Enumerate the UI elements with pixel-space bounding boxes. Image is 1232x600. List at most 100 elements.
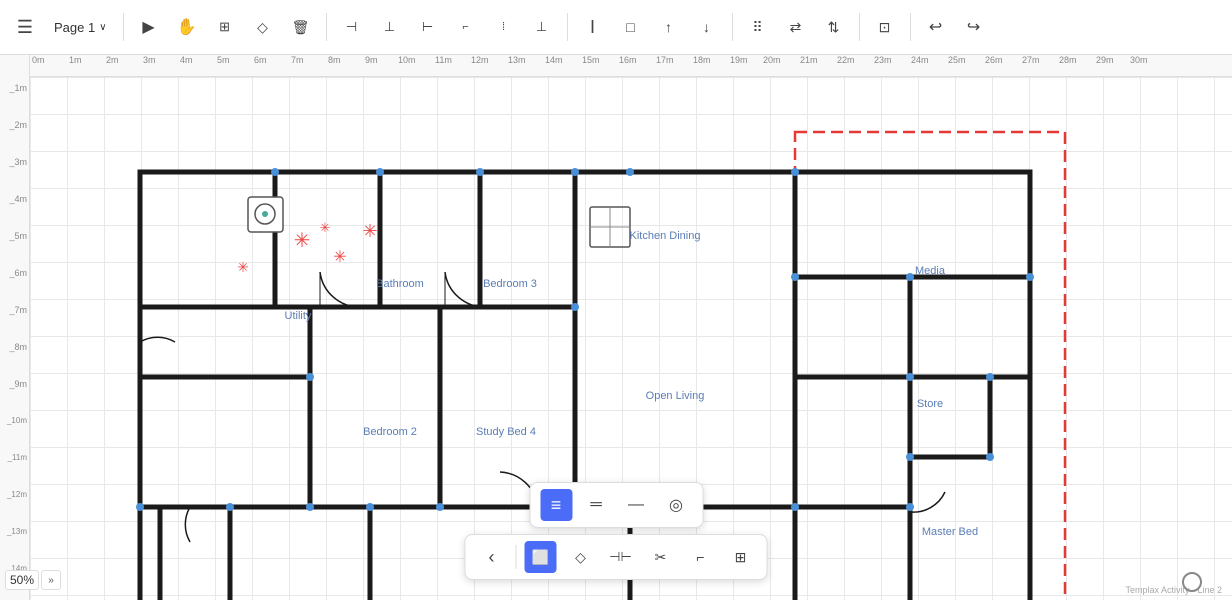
grid-btn[interactable]: ⊞ bbox=[725, 541, 757, 573]
page-selector[interactable]: Page 1 ∨ bbox=[46, 16, 115, 39]
ruler-mark-25m: 25m bbox=[948, 55, 966, 65]
ruler-mark-12m: 12m bbox=[471, 55, 489, 65]
arrow-up-btn[interactable]: ↑ bbox=[652, 10, 686, 44]
bottom-toolbar: ≡ ═ — ◎ ‹ ⬜ ◇ ⊣⊢ ✂ ⌐ ⊞ bbox=[465, 482, 768, 580]
main-toolbar: ☰ Page 1 ∨ ▶ ✋ ⊞ ◇ 🗑 ⊣ ⊥ ⊢ ⌐ ⁞ ⊥ I □ ↑ ↓… bbox=[0, 0, 1232, 55]
divider-bottom bbox=[516, 545, 517, 569]
lines-triple-btn[interactable]: ≡ bbox=[540, 489, 572, 521]
shape-select-btn[interactable]: ⬜ bbox=[525, 541, 557, 573]
bottom-toolbar-bottom: ‹ ⬜ ◇ ⊣⊢ ✂ ⌐ ⊞ bbox=[465, 534, 768, 580]
ruler-mark-neg5m: _5m bbox=[9, 231, 27, 241]
cursor-tool[interactable]: ▶ bbox=[132, 10, 166, 44]
corner-btn[interactable]: ⌐ bbox=[685, 541, 717, 573]
ruler-mark-27m: 27m bbox=[1022, 55, 1040, 65]
ruler-mark-21m: 21m bbox=[800, 55, 818, 65]
chevron-down-icon: ∨ bbox=[99, 22, 106, 33]
align-top-button[interactable]: ⌐ bbox=[449, 10, 483, 44]
symbol-3: ✳ bbox=[362, 221, 377, 241]
ruler-mark-6m: 6m bbox=[254, 55, 267, 65]
ruler-mark-19m: 19m bbox=[730, 55, 748, 65]
ruler-mark-5m: 5m bbox=[217, 55, 230, 65]
ruler-mark-neg3m: _3m bbox=[9, 157, 27, 167]
zoom-control: 50% » bbox=[5, 570, 61, 590]
symbol-2: ✳ bbox=[333, 249, 346, 266]
redo-btn[interactable]: ↪ bbox=[957, 10, 991, 44]
align-center-h-button[interactable]: ⊥ bbox=[373, 10, 407, 44]
arrow-down-btn[interactable]: ↓ bbox=[690, 10, 724, 44]
trash-tool[interactable]: 🗑 bbox=[284, 10, 318, 44]
distribute-btn[interactable]: ⠿ bbox=[741, 10, 775, 44]
undo-btn[interactable]: ↩ bbox=[919, 10, 953, 44]
ruler-mark-neg13m: _13m bbox=[7, 527, 27, 536]
menu-button[interactable]: ☰ bbox=[8, 10, 42, 44]
ruler-mark-23m: 23m bbox=[874, 55, 892, 65]
align-left-button[interactable]: ⊣ bbox=[335, 10, 369, 44]
color-picker-btn[interactable]: ◎ bbox=[660, 489, 692, 521]
ruler-mark-22m: 22m bbox=[837, 55, 855, 65]
table-tool[interactable]: ⊞ bbox=[208, 10, 242, 44]
circle-handle bbox=[1182, 572, 1202, 592]
label-store-right: Store bbox=[917, 398, 943, 410]
branding-label: Templax Activity · Line 2 bbox=[1125, 585, 1222, 595]
divider-2 bbox=[326, 13, 327, 41]
distribute-h-button[interactable]: ⁞ bbox=[487, 10, 521, 44]
erase-btn[interactable]: ◇ bbox=[565, 541, 597, 573]
ruler-mark-0m: 0m bbox=[32, 55, 45, 65]
ruler-mark-20m: 20m bbox=[763, 55, 781, 65]
divider-3 bbox=[567, 13, 568, 41]
ruler-mark-30m: 30m bbox=[1130, 55, 1148, 65]
ruler-mark-13m: 13m bbox=[508, 55, 526, 65]
ruler-mark-4m: 4m bbox=[180, 55, 193, 65]
label-kitchen-dining: Kitchen Dining bbox=[630, 230, 701, 242]
top-ruler: 0m 1m 2m 3m 4m 5m 6m 7m 8m 9m 10m 11m 12… bbox=[30, 55, 1232, 77]
eraser-tool[interactable]: ◇ bbox=[246, 10, 280, 44]
zoom-level-label[interactable]: 50% bbox=[5, 570, 39, 590]
align-right-button[interactable]: ⊢ bbox=[411, 10, 445, 44]
divider-6 bbox=[910, 13, 911, 41]
symbol-1: ✳ bbox=[294, 230, 311, 252]
scissors-btn[interactable]: ✂ bbox=[645, 541, 677, 573]
mirror-btn[interactable]: ⇅ bbox=[817, 10, 851, 44]
ruler-mark-9m: 9m bbox=[365, 55, 378, 65]
left-ruler: _1m _2m _3m _4m _5m _6m _7m _8m _9m _10m… bbox=[0, 55, 30, 600]
ruler-mark-28m: 28m bbox=[1059, 55, 1077, 65]
ruler-mark-17m: 17m bbox=[656, 55, 674, 65]
measure-btn[interactable]: ⊣⊢ bbox=[605, 541, 637, 573]
line-single-btn[interactable]: — bbox=[620, 489, 652, 521]
divider-5 bbox=[859, 13, 860, 41]
text-tool[interactable]: I bbox=[576, 10, 610, 44]
label-utility: Utility bbox=[285, 310, 312, 322]
ruler-mark-26m: 26m bbox=[985, 55, 1003, 65]
ruler-mark-neg1m: _1m bbox=[9, 83, 27, 93]
ruler-mark-neg8m: _8m bbox=[9, 342, 27, 352]
align-bottom-button[interactable]: ⊥ bbox=[525, 10, 559, 44]
ruler-mark-7m: 7m bbox=[291, 55, 304, 65]
ruler-mark-10m: 10m bbox=[398, 55, 416, 65]
symbol-4: ✳ bbox=[237, 259, 249, 275]
label-master-bed: Master Bed bbox=[922, 526, 978, 538]
ruler-mark-16m: 16m bbox=[619, 55, 637, 65]
lines-double-btn[interactable]: ═ bbox=[580, 489, 612, 521]
nav-back-btn[interactable]: ‹ bbox=[476, 541, 508, 573]
zoom-expand-btn[interactable]: » bbox=[41, 570, 61, 590]
label-media: Media bbox=[915, 265, 946, 277]
label-bedroom2: Bedroom 2 bbox=[363, 426, 417, 438]
label-bathroom: Bathroom bbox=[376, 278, 424, 290]
hand-tool[interactable]: ✋ bbox=[170, 10, 204, 44]
ruler-mark-3m: 3m bbox=[143, 55, 156, 65]
flip-btn[interactable]: ⇄ bbox=[779, 10, 813, 44]
divider-4 bbox=[732, 13, 733, 41]
ruler-mark-2m: 2m bbox=[106, 55, 119, 65]
ruler-mark-neg11m: _11m bbox=[8, 453, 27, 462]
ruler-mark-14m: 14m bbox=[545, 55, 563, 65]
label-open-living: Open Living bbox=[646, 390, 705, 402]
ruler-mark-29m: 29m bbox=[1096, 55, 1114, 65]
ruler-mark-neg7m: _7m bbox=[9, 305, 27, 315]
ruler-mark-24m: 24m bbox=[911, 55, 929, 65]
appliance-dot bbox=[262, 211, 268, 217]
shape-tool-btn[interactable]: □ bbox=[614, 10, 648, 44]
ruler-mark-8m: 8m bbox=[328, 55, 341, 65]
ruler-mark-neg9m: _9m bbox=[9, 379, 27, 389]
crop-btn[interactable]: ⊡ bbox=[868, 10, 902, 44]
ruler-mark-15m: 15m bbox=[582, 55, 600, 65]
